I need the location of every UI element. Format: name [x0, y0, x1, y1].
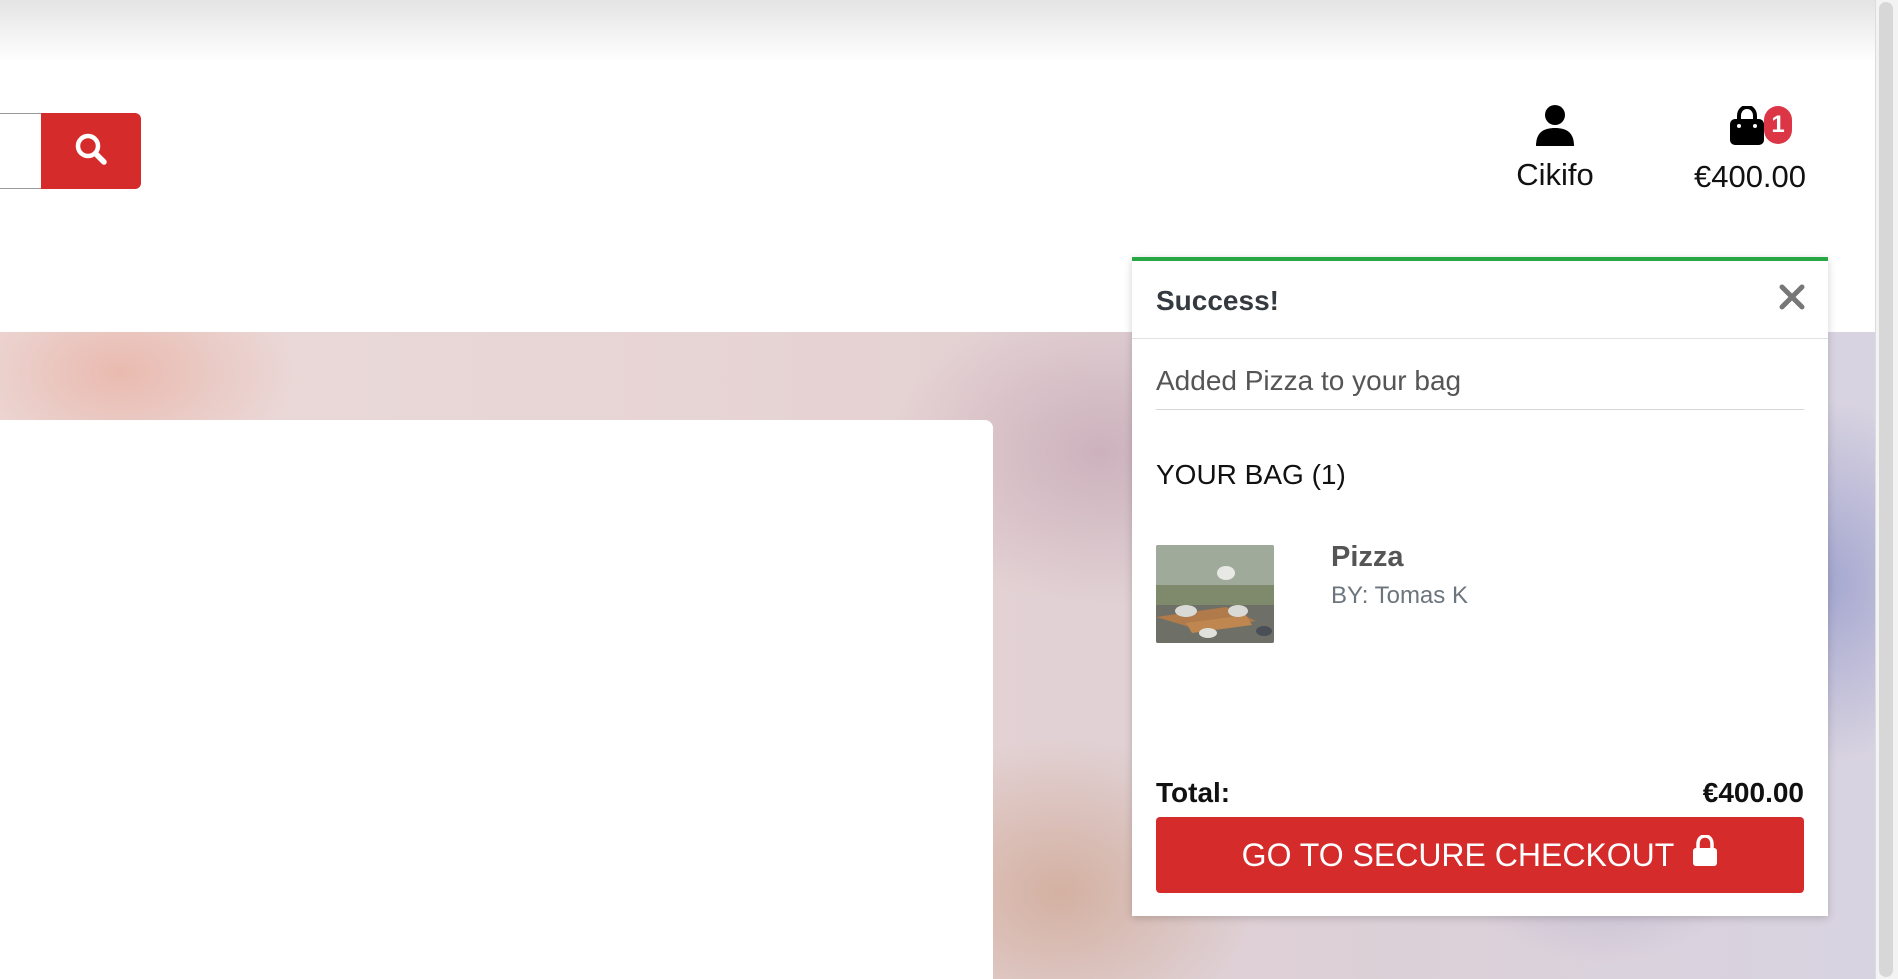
page: Cikifo 1 €400.00 Success! Added Pizza to… [0, 0, 1898, 979]
browser-top-strip [0, 0, 1875, 62]
account-menu[interactable]: Cikifo [1500, 104, 1610, 193]
toast-header: Success! [1132, 261, 1828, 339]
scrollbar-thumb[interactable] [1879, 2, 1893, 977]
toast-title: Success! [1156, 285, 1279, 316]
bag-link[interactable]: 1 €400.00 [1675, 104, 1825, 195]
toast-message: Added Pizza to your bag [1156, 365, 1804, 410]
item-name: Pizza [1331, 541, 1404, 573]
close-icon [1779, 284, 1805, 315]
content-card [0, 420, 993, 979]
bag-heading: YOUR BAG (1) [1156, 459, 1346, 490]
item-artist: BY: Tomas K [1331, 582, 1468, 609]
checkout-button-label: GO TO SECURE CHECKOUT [1241, 836, 1675, 873]
total-value: €400.00 [1702, 777, 1804, 808]
search-icon [74, 132, 108, 171]
bag-icon-wrap: 1 [1728, 104, 1792, 151]
lock-icon [1692, 834, 1718, 875]
shopping-bag-icon [1728, 104, 1766, 151]
item-thumbnail[interactable] [1156, 545, 1274, 643]
account-label: Cikifo [1516, 157, 1594, 192]
total-label: Total: [1156, 777, 1231, 808]
close-button[interactable] [1772, 279, 1812, 319]
secure-checkout-button[interactable]: GO TO SECURE CHECKOUT [1156, 817, 1804, 893]
bag-total: €400.00 [1693, 159, 1807, 194]
success-toast: Success! Added Pizza to your bag YOUR BA… [1132, 257, 1828, 916]
search-button[interactable] [41, 113, 141, 189]
search-input[interactable] [0, 113, 42, 189]
bag-count-badge: 1 [1764, 106, 1792, 144]
user-icon [1535, 104, 1575, 151]
